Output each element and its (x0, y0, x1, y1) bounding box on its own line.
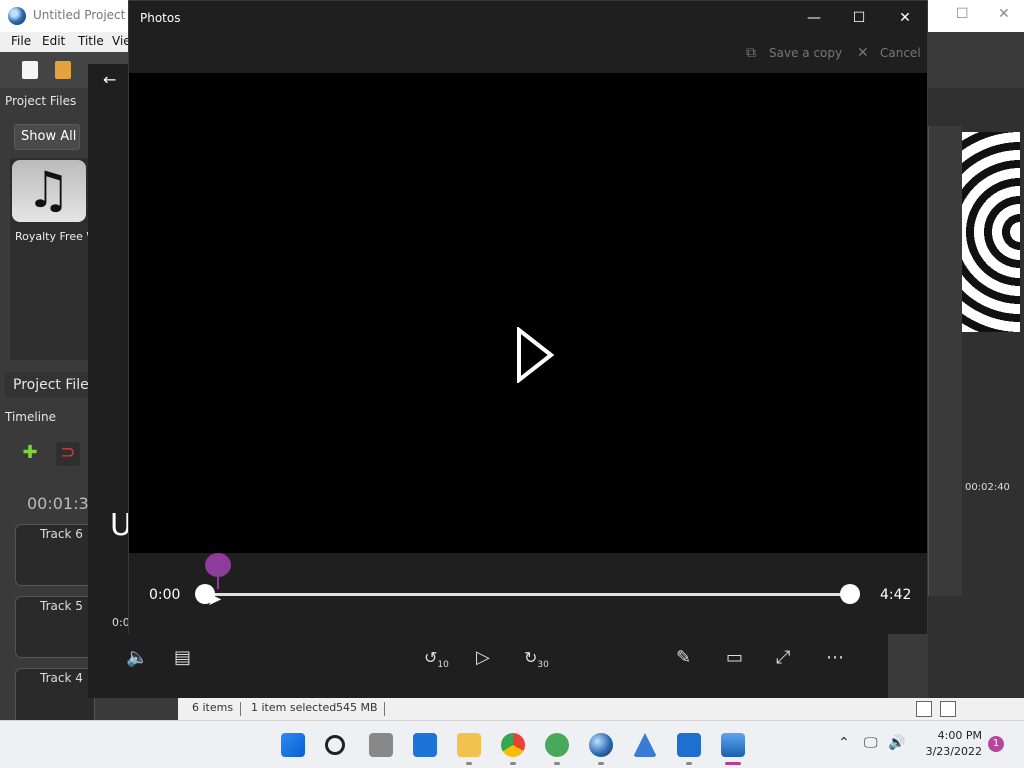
project-files-tab[interactable]: Project Files (5, 372, 96, 398)
track-label: Track 4 (40, 671, 83, 685)
forward-30-icon[interactable]: ↻30 (524, 646, 549, 677)
project-files-label: Project Files (5, 94, 77, 108)
chrome-icon[interactable] (501, 733, 525, 757)
music-file-thumbnail[interactable]: ♫ (12, 160, 86, 222)
volume-tray-icon[interactable]: 🔊 (888, 735, 905, 751)
fullscreen-icon[interactable]: ⤢ (776, 646, 790, 670)
details-view-icon[interactable] (916, 701, 932, 717)
track-row[interactable]: Track 5 (15, 596, 95, 658)
video-editor-icon[interactable] (677, 733, 701, 757)
photos-titlebar: Photos — ☐ ✕ (129, 1, 927, 35)
close-icon[interactable]: ✕ (998, 6, 1010, 22)
cancel-button[interactable]: Cancel (880, 46, 921, 60)
media-control-bar: 🔈 ▤ ↺10 ▷ ↻30 ✎ ▭ ⤢ ⋯ (88, 634, 888, 698)
project-files-panel: ♫ Royalty Free W (10, 158, 97, 360)
video-area[interactable] (129, 73, 927, 553)
network-icon[interactable]: 🖵 (864, 735, 878, 751)
back-arrow-icon[interactable]: ← (103, 70, 116, 89)
trim-marker-handle[interactable] (205, 553, 231, 577)
widgets-icon[interactable] (413, 733, 437, 757)
save-copy-button[interactable]: Save a copy (769, 46, 842, 60)
menu-title[interactable]: Title (78, 34, 104, 48)
edit-pencil-icon[interactable]: ✎ (676, 646, 691, 670)
current-time: 0:00 (149, 587, 181, 603)
play-large-icon[interactable] (516, 327, 554, 383)
selection-size: 545 MB (336, 701, 378, 714)
clock-time: 4:00 PM (937, 729, 982, 742)
track-row[interactable]: Track 6 (15, 524, 95, 586)
menu-file[interactable]: File (11, 34, 31, 48)
timeline-label: Timeline (5, 410, 57, 424)
notification-badge[interactable]: 1 (988, 736, 1004, 752)
file-item-label: Royalty Free W (15, 230, 98, 243)
trim-end-handle[interactable] (840, 584, 860, 604)
preview-thumbnail (962, 132, 1020, 332)
scrub-area: 0:00 ➤ 4:42 (129, 553, 927, 634)
photos-window: Photos — ☐ ✕ ⧉ Save a copy ✕ Cancel 0:00… (128, 0, 928, 634)
search-icon[interactable] (325, 735, 345, 755)
play-icon[interactable]: ▷ (476, 646, 490, 670)
close-icon[interactable]: ✕ (890, 7, 920, 29)
selection-info: 1 item selected (251, 701, 337, 714)
trim-marker-stem (217, 575, 219, 589)
timeline-ruler-time: 00:02:40 (965, 482, 1010, 493)
background-app-title: Untitled Project [H (33, 8, 143, 22)
captions-icon[interactable]: ▤ (174, 646, 191, 670)
total-time: 4:42 (880, 587, 912, 603)
openshot-icon[interactable] (589, 733, 613, 757)
file-explorer-icon[interactable] (457, 733, 481, 757)
clock-date: 3/23/2022 (925, 745, 982, 758)
status-bar: 6 items 1 item selected 545 MB (178, 698, 1024, 720)
download-manager-icon[interactable] (545, 733, 569, 757)
maximize-icon[interactable]: ☐ (844, 7, 874, 29)
photos-app-icon[interactable] (721, 733, 745, 757)
track-label: Track 6 (40, 527, 83, 541)
more-options-icon[interactable]: ⋯ (826, 646, 844, 670)
side-panel (928, 126, 962, 596)
menu-bar: File Edit Title Vie (0, 32, 131, 52)
magnet-icon[interactable]: ⊃ (56, 442, 80, 466)
mouse-cursor-icon: ➤ (207, 589, 223, 610)
volume-icon[interactable]: 🔈 (126, 646, 148, 670)
seek-bar[interactable] (211, 593, 851, 596)
music-note-icon: ♫ (26, 161, 71, 219)
windows-start-icon[interactable] (281, 733, 305, 757)
menu-edit[interactable]: Edit (42, 34, 65, 48)
new-file-icon[interactable] (22, 61, 38, 79)
app-logo-icon (8, 7, 26, 25)
open-folder-icon[interactable] (55, 61, 71, 79)
rewind-10-icon[interactable]: ↺10 (424, 646, 449, 677)
chevron-up-icon[interactable]: ⌃ (838, 735, 850, 751)
task-view-icon[interactable] (369, 733, 393, 757)
photos-title: Photos (140, 11, 181, 25)
photos-command-bar: ⧉ Save a copy ✕ Cancel (129, 35, 927, 73)
mini-view-icon[interactable]: ▭ (726, 646, 743, 670)
track-label: Track 5 (40, 599, 83, 613)
add-track-icon[interactable]: ✚ (18, 442, 42, 466)
show-all-button[interactable]: Show All (14, 124, 80, 150)
project-files-tab-label: Project Files (13, 377, 97, 393)
minimize-icon[interactable]: — (799, 7, 829, 29)
items-count: 6 items (192, 701, 234, 714)
clock[interactable]: 4:00 PM 3/23/2022 (914, 728, 982, 760)
save-copy-icon: ⧉ (746, 45, 756, 61)
taskbar: ⌃ 🖵 🔊 4:00 PM 3/23/2022 1 (0, 720, 1024, 768)
maximize-icon[interactable]: ☐ (956, 6, 969, 22)
app-icon[interactable] (633, 733, 657, 757)
thumbnail-view-icon[interactable] (940, 701, 956, 717)
cancel-x-icon: ✕ (857, 45, 869, 61)
